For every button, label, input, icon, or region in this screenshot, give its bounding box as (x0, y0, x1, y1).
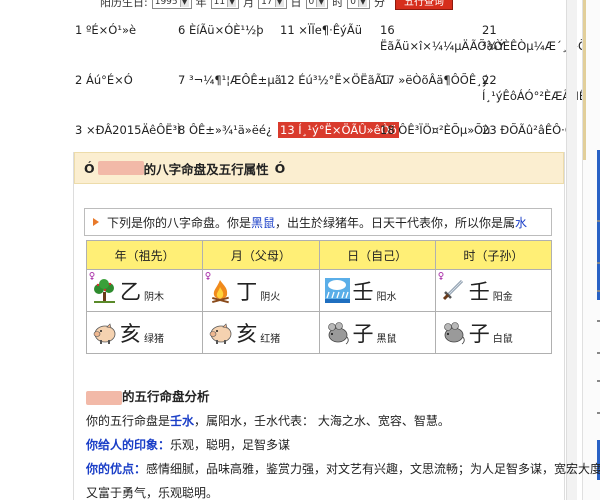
branch-char: 亥 (236, 321, 258, 346)
column-header: 日（自己） (318, 240, 436, 270)
stem-char: 壬 (352, 279, 374, 304)
minute-select[interactable]: 0 ▼ (347, 0, 370, 9)
calendar-link[interactable]: 18 ÔÊ³ÏÖ¤²ÈÕµ»Õù (380, 122, 490, 138)
calendar-row: 1 ºÉ×Ó¹»è 6 ÈíÃü×ÓÈ¹½þ 11 ×ÏÏe¶·ÊýÃü 16 Ë… (75, 22, 594, 72)
merit-line: 你的优点：感情细腻，品味高雅，鉴赏力强，对文艺有兴趣，文思流畅；为人足智多谋，宽… (86, 462, 600, 476)
analysis-title: 的五行命盘分析 (86, 386, 210, 405)
month-unit: 月 (243, 0, 255, 9)
stem-char: 丁 (236, 279, 258, 304)
column-header: 月（父母） (202, 240, 320, 270)
water-link[interactable]: 水 (515, 216, 527, 230)
calendar-link[interactable]: 21 ²àÒÈÊÒµ¼Æ´¸,»Õú (482, 22, 594, 54)
pig-icon (209, 323, 232, 344)
branch-char: 子 (352, 321, 374, 346)
chevron-down-icon: ▼ (316, 0, 326, 7)
hour-unit: 时 (332, 0, 344, 9)
intro-text: 下列是你的八字命盘。你是黑鼠，出生於绿猪年。日天干代表你，所以你是属水 (107, 215, 528, 230)
calendar-link[interactable]: 11 ×ÏÏe¶·ÊýÃü (280, 22, 362, 38)
merit-label: 你的优点： (86, 462, 147, 476)
sidebar-border (583, 0, 586, 160)
stem-row: 乙 阴木 丁 阴火 壬 阳水 壬 阳金 (85, 269, 553, 312)
hour-select[interactable]: 0 ▼ (305, 0, 329, 9)
column-header: 年（祖先） (85, 240, 204, 270)
day-select[interactable]: 17 ▼ (258, 0, 287, 9)
intro-box: 下列是你的八字命盘。你是黑鼠，出生於绿猪年。日天干代表你，所以你是属水 (84, 208, 552, 236)
rat-link[interactable]: 黑鼠 (251, 216, 275, 230)
calendar-link[interactable]: 22 Í¸¹ýÊôÁÓ°²ÈÆÃÑÊÑ (482, 72, 595, 104)
chevron-down-icon: ▼ (274, 0, 284, 7)
tree-icon (94, 279, 115, 303)
branch-row: 亥 绿猪 亥 红猪 子 黑鼠 子 白鼠 (85, 311, 553, 354)
year-select[interactable]: 1995 ▼ (151, 0, 192, 9)
bazi-panel: Ó 的八字命盘及五行属性 Ó 下列是你的八字命盘。你是黑鼠，出生於绿猪年。日天干… (73, 152, 600, 500)
stem-element: 阳金 (492, 292, 513, 303)
bazi-table: 年（祖先） 月（父母） 日（自己） 时（子孙） 乙 阴木 丁 阴火 壬 阳水 壬… (85, 240, 553, 354)
calendar-link[interactable]: 12 Éú³½°Ë×ÖËãÃü (280, 72, 390, 88)
branch-zodiac: 红猪 (260, 334, 281, 345)
column-header: 时（子孙） (434, 240, 553, 270)
stem-element: 阴木 (144, 292, 164, 303)
branch-zodiac: 绿猪 (144, 334, 164, 345)
stem-element: 阴火 (260, 292, 281, 303)
element-link[interactable]: 壬水 (170, 414, 194, 428)
calendar-link[interactable]: 23 ÐÕÃû²âÊÔ·Ö (482, 122, 574, 138)
birthday-label: 阳历生日: (100, 0, 148, 9)
stem-char: 壬 (468, 279, 490, 304)
impression-line: 你给人的印象：乐观，聪明，足智多谋 (86, 438, 291, 452)
name-redacted (86, 390, 122, 405)
chevron-down-icon: ▼ (227, 0, 237, 7)
branch-char: 子 (468, 321, 490, 346)
merit-line-2: 又富于勇气，乐观聪明。 (86, 486, 219, 500)
title-bullet: Ó (84, 160, 95, 176)
birthday-form: 阳历生日: 1995 ▼ 年 11 ▼ 月 17 ▼ 日 0 ▼ 时 0 ▼ 分 五行查询 (100, 0, 453, 10)
month-select[interactable]: 11 ▼ (210, 0, 240, 9)
impression-label: 你给人的印象： (86, 438, 171, 452)
name-redacted (97, 161, 144, 175)
pig-icon (93, 323, 116, 344)
branch-zodiac: 黑鼠 (376, 334, 397, 345)
stem-element: 阳水 (376, 292, 397, 303)
right-sidebar-edge (582, 0, 600, 500)
fire-icon (212, 280, 230, 304)
calendar-link[interactable]: 3 ×ÐÂ2015ÄêÔË³Ì (75, 122, 181, 138)
stem-char: 乙 (120, 279, 141, 304)
calendar-links: 1 ºÉ×Ó¹»è 6 ÈíÃü×ÓÈ¹½þ 11 ×ÏÏe¶·ÊýÃü 16 Ë… (75, 22, 595, 172)
rat-icon (443, 322, 465, 345)
rain-icon (324, 278, 350, 303)
minute-unit: 分 (374, 0, 385, 9)
panel-title: Ó 的八字命盘及五行属性 Ó (74, 152, 564, 184)
rat-icon (327, 322, 349, 345)
year-unit: 年 (195, 0, 207, 9)
calendar-link[interactable]: 7 ³¬¼¶¹¦ÆÔÊ±µã (178, 72, 282, 88)
title-bullet: Ó (274, 160, 286, 176)
query-button[interactable]: 五行查询 (395, 0, 453, 10)
panel-title-text: 的八字命盘及五行属性 (143, 161, 269, 177)
arrow-right-icon (93, 218, 99, 226)
analysis-line: 你的五行命盘是壬水，属阳水，壬水代表： 大海之水、宽容、智慧。 (86, 414, 450, 428)
chevron-down-icon: ▼ (179, 0, 189, 7)
chevron-down-icon: ▼ (358, 0, 367, 7)
branch-zodiac: 白鼠 (492, 334, 513, 345)
branch-char: 亥 (120, 321, 141, 346)
calendar-link[interactable]: 8 ÔÊ±»¾¹ä»ëé¿ (178, 122, 272, 138)
calendar-link[interactable]: 2 Áú°É×Ó (75, 72, 133, 88)
calendar-link[interactable]: 6 ÈíÃü×ÓÈ¹½þ (178, 22, 264, 38)
scrollbar[interactable] (566, 0, 577, 500)
sword-icon (442, 279, 463, 301)
calendar-link[interactable]: 17 »ëÒõÂä¶ÔÕÊ¸ý (380, 72, 489, 88)
day-unit: 日 (290, 0, 302, 9)
calendar-row: 2 Áú°É×Ó 7 ³¬¼¶¹¦ÆÔÊ±µã 12 Éú³½°Ë×ÖËãÃü … (75, 72, 595, 122)
calendar-link[interactable]: 1 ºÉ×Ó¹»è (75, 22, 136, 38)
